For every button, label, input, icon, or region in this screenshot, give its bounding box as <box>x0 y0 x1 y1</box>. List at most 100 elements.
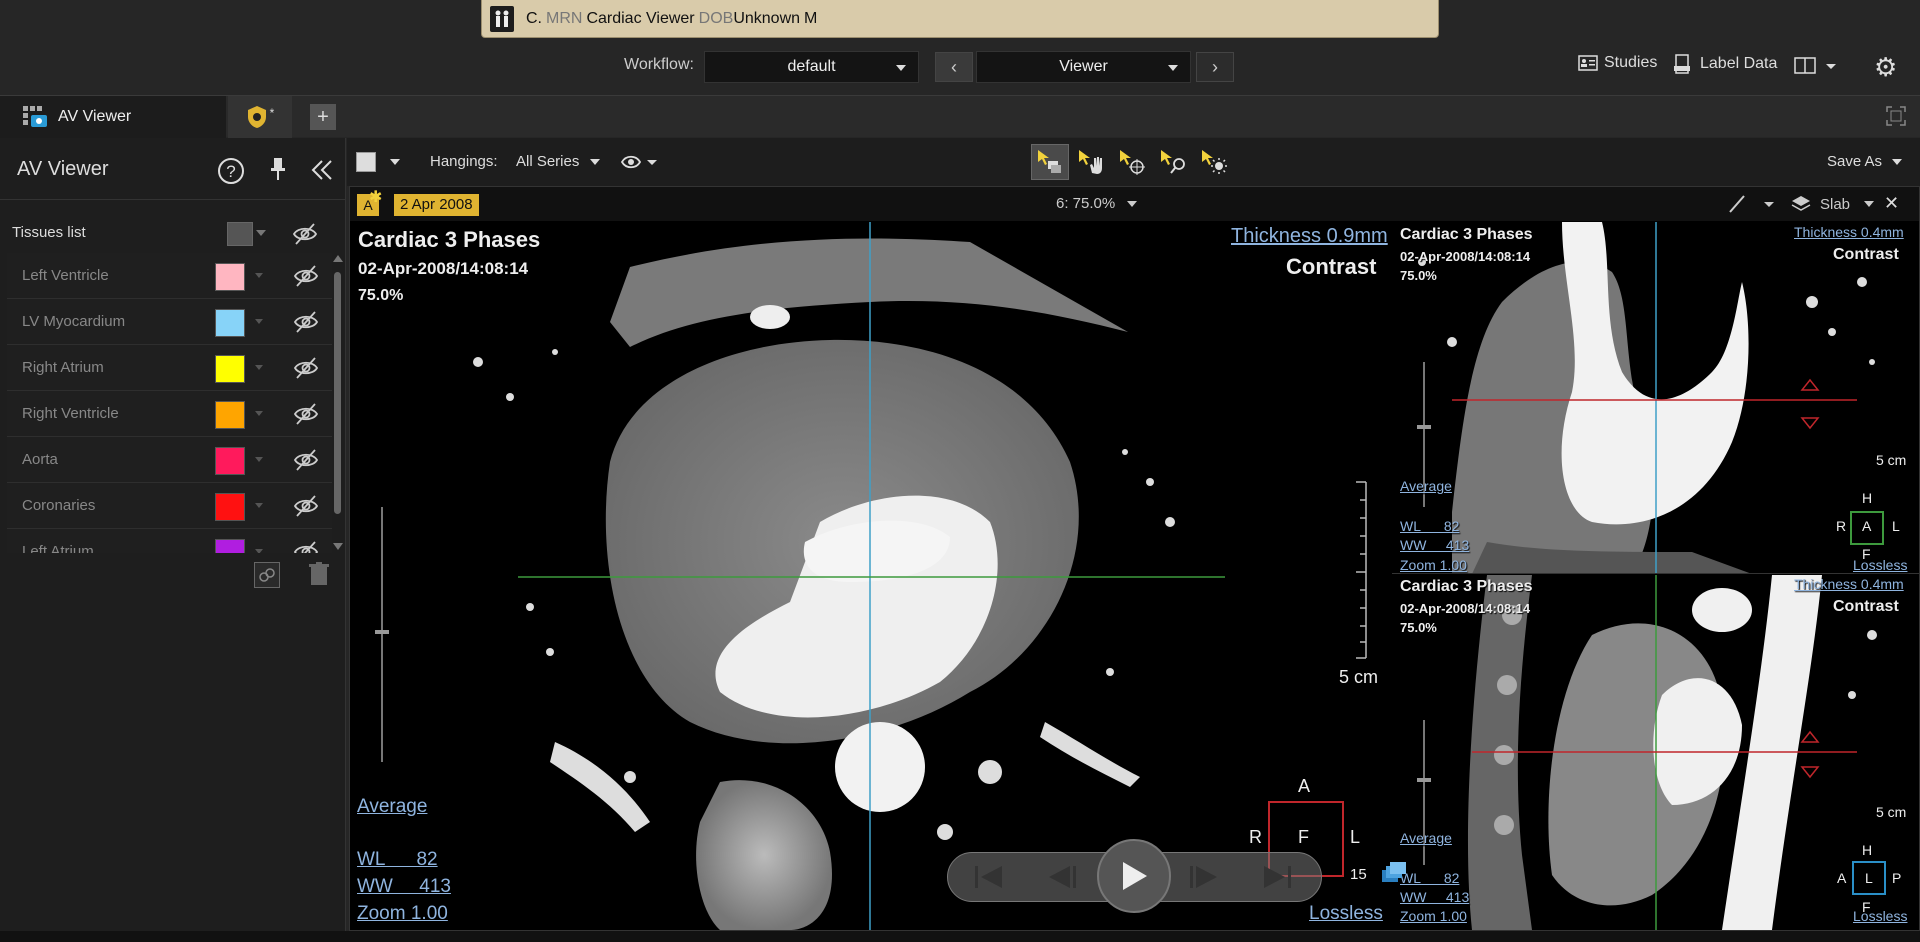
pan-tool[interactable] <box>1072 144 1110 180</box>
br-ww-link[interactable]: WW 413 <box>1400 889 1469 905</box>
prev-frame-button[interactable] <box>1046 863 1080 896</box>
chevron-down-icon[interactable] <box>255 457 263 462</box>
main-viewport[interactable] <box>350 222 1390 930</box>
tissue-row[interactable]: Left Atrium <box>7 529 332 553</box>
move-tool[interactable] <box>1113 144 1151 180</box>
window-level-tool[interactable] <box>1195 144 1233 180</box>
hide-all-eye-icon[interactable] <box>292 222 318 251</box>
chevron-down-icon[interactable] <box>255 319 263 324</box>
chevron-down-icon[interactable] <box>255 411 263 416</box>
close-icon[interactable]: ✕ <box>1884 193 1899 214</box>
frame-rate-value[interactable]: 15 <box>1350 866 1367 883</box>
stage-dropdown[interactable]: Viewer <box>976 51 1191 83</box>
tissue-row[interactable]: Right Ventricle <box>7 391 332 437</box>
visibility-dropdown[interactable] <box>620 152 660 177</box>
tr-zoom-link[interactable]: Zoom 1.00 <box>1400 557 1467 573</box>
layout-toggle-button[interactable] <box>1794 56 1838 81</box>
eye-hidden-icon[interactable] <box>293 264 319 293</box>
eye-hidden-icon[interactable] <box>293 540 319 553</box>
help-icon[interactable]: ? <box>217 157 245 190</box>
chevron-down-icon[interactable] <box>255 273 263 278</box>
chevron-down-icon[interactable] <box>256 230 266 236</box>
last-frame-button[interactable] <box>1260 863 1294 896</box>
play-button[interactable] <box>1097 839 1171 913</box>
tr-average-link[interactable]: Average <box>1400 478 1452 494</box>
tissue-color-swatch[interactable] <box>215 447 245 475</box>
tissue-color-swatch[interactable] <box>215 309 245 337</box>
main-orient-top: A <box>1298 776 1311 796</box>
label-data-button[interactable]: Label Data <box>1672 54 1777 74</box>
br-average-link[interactable]: Average <box>1400 830 1452 846</box>
main-thickness-link[interactable]: Thickness 0.9mm <box>1231 225 1388 248</box>
prev-stage-button[interactable]: ‹ <box>935 52 973 82</box>
studies-icon <box>1578 55 1598 71</box>
tissue-row[interactable]: Aorta <box>7 437 332 483</box>
tr-ww-link[interactable]: WW 413 <box>1400 537 1469 553</box>
main-wl-link[interactable]: WL 82 <box>357 849 438 871</box>
tr-orient-top: H <box>1862 490 1873 506</box>
zoom-dropdown[interactable]: 6: 75.0% <box>1056 195 1138 212</box>
chevron-down-icon[interactable] <box>390 159 400 165</box>
br-scale-label: 5 cm <box>1876 804 1907 820</box>
tissue-row[interactable]: Left Ventricle <box>7 253 332 299</box>
tab-extension[interactable]: * <box>228 96 292 138</box>
tr-zoom-pct: 75.0% <box>1400 268 1437 283</box>
play-icon <box>1123 862 1147 890</box>
eye-hidden-icon[interactable] <box>293 402 319 431</box>
layout-square-icon[interactable] <box>356 152 376 172</box>
scroll-down-icon[interactable] <box>333 543 343 550</box>
link-icon[interactable] <box>254 562 280 588</box>
pin-icon[interactable] <box>270 156 286 187</box>
scroll-up-icon[interactable] <box>333 255 343 262</box>
tissue-color-swatch[interactable] <box>215 539 245 553</box>
scroll-thumb[interactable] <box>334 272 341 514</box>
tissues-color-picker[interactable] <box>227 222 253 246</box>
trash-icon[interactable] <box>308 562 330 591</box>
next-stage-button[interactable]: › <box>1196 52 1234 82</box>
next-frame-button[interactable] <box>1186 863 1220 896</box>
tab-av-viewer[interactable]: AV Viewer <box>0 96 226 138</box>
tr-wl-link[interactable]: WL 82 <box>1400 518 1459 534</box>
br-orient-right: P <box>1892 870 1902 886</box>
settings-gear-icon[interactable]: ⚙ <box>1874 52 1897 83</box>
cine-settings-icon[interactable] <box>1380 862 1408 893</box>
br-zoom-link[interactable]: Zoom 1.00 <box>1400 908 1467 924</box>
chevron-down-icon[interactable] <box>255 365 263 370</box>
tr-thickness-link[interactable]: Thickness 0.4mm <box>1794 224 1904 240</box>
main-average-link[interactable]: Average <box>357 796 427 818</box>
tissue-row[interactable]: Coronaries <box>7 483 332 529</box>
eye-hidden-icon[interactable] <box>293 356 319 385</box>
fullscreen-icon[interactable] <box>1886 106 1906 131</box>
eye-hidden-icon[interactable] <box>293 494 319 523</box>
tissue-color-swatch[interactable] <box>215 263 245 291</box>
patient-banner[interactable]: C. MRN Cardiac Viewer DOB Unknown M <box>481 0 1439 38</box>
eye-hidden-icon[interactable] <box>293 310 319 339</box>
tissue-color-swatch[interactable] <box>215 355 245 383</box>
add-tab-button[interactable]: + <box>310 104 336 130</box>
studies-button[interactable]: Studies <box>1578 54 1657 72</box>
tissue-color-swatch[interactable] <box>215 493 245 521</box>
annotate-dropdown[interactable] <box>1726 192 1778 221</box>
chevron-down-icon[interactable] <box>255 549 263 553</box>
workflow-dropdown[interactable]: default <box>704 51 919 83</box>
slab-dropdown[interactable]: Slab <box>1790 194 1875 214</box>
tissue-name: Coronaries <box>22 497 96 514</box>
br-thickness-link[interactable]: Thickness 0.4mm <box>1794 576 1904 592</box>
tissue-color-swatch[interactable] <box>215 401 245 429</box>
hangings-dropdown[interactable]: All Series <box>516 153 600 170</box>
tissue-row[interactable]: LV Myocardium <box>7 299 332 345</box>
tissue-row[interactable]: Right Atrium <box>7 345 332 391</box>
select-series-tool[interactable] <box>1031 144 1069 180</box>
tr-orient-bottom: F <box>1862 546 1871 562</box>
collapse-panel-icon[interactable] <box>310 158 334 187</box>
save-as-dropdown[interactable]: Save As <box>1827 153 1903 170</box>
eye-hidden-icon[interactable] <box>293 448 319 477</box>
br-wl-link[interactable]: WL 82 <box>1400 870 1459 886</box>
zoom-tool[interactable] <box>1154 144 1192 180</box>
main-ww-link[interactable]: WW 413 <box>357 876 451 898</box>
chevron-down-icon[interactable] <box>255 503 263 508</box>
main-zoom-link[interactable]: Zoom 1.00 <box>357 903 448 925</box>
main-lossless-link[interactable]: Lossless <box>1309 903 1383 925</box>
first-frame-button[interactable] <box>972 863 1006 896</box>
tissues-list-label: Tissues list <box>12 224 86 241</box>
